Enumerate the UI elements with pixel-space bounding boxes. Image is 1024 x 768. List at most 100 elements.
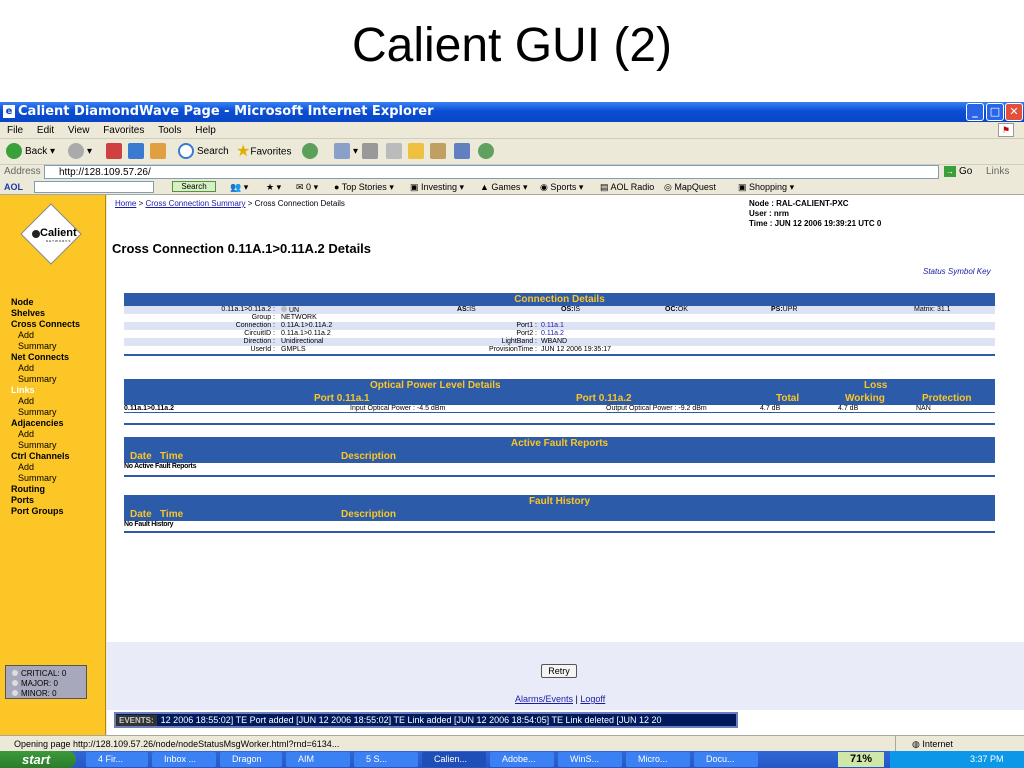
mail-button[interactable]: ▾ bbox=[334, 139, 358, 165]
optical-row-name: 0.11a.1>0.11a.2 bbox=[124, 405, 175, 412]
address-input[interactable]: http://128.109.57.26/ bbox=[44, 165, 939, 179]
menu-view[interactable]: View bbox=[68, 125, 90, 136]
favorites-button[interactable]: ★Favorites bbox=[236, 139, 291, 166]
alarms-events-link[interactable]: Alarms/Events bbox=[515, 694, 573, 704]
maximize-button[interactable]: □ bbox=[986, 103, 1004, 121]
nav-cc-add[interactable]: Add bbox=[18, 330, 34, 340]
refresh-button[interactable] bbox=[128, 139, 147, 165]
nav-links-summary[interactable]: Summary bbox=[18, 407, 57, 417]
research-button[interactable] bbox=[454, 139, 473, 165]
go-button[interactable]: → Go bbox=[944, 165, 972, 179]
back-button[interactable]: Back ▾ bbox=[6, 139, 55, 165]
node-info: Node : RAL-CALIENT-PXC User : nrm Time :… bbox=[749, 199, 881, 229]
task-dragon[interactable]: Dragon bbox=[220, 752, 282, 767]
nav-ctrl-channels[interactable]: Ctrl Channels bbox=[11, 451, 70, 461]
task-5s[interactable]: 5 S... bbox=[354, 752, 418, 767]
nav-links[interactable]: Links bbox=[11, 385, 35, 395]
home-icon bbox=[150, 143, 166, 160]
port2-link[interactable]: 0.11a.2 bbox=[541, 330, 564, 338]
aol-people-icon[interactable]: 👥 ▾ bbox=[230, 179, 248, 195]
nav-nc-summary[interactable]: Summary bbox=[18, 374, 57, 384]
aol-mail-button[interactable]: ✉ 0 ▾ bbox=[296, 179, 318, 195]
forward-arrow-icon bbox=[68, 143, 84, 160]
ps-label: PS: bbox=[771, 306, 783, 313]
as-label: AS: bbox=[457, 306, 470, 313]
task-calient[interactable]: Calien... bbox=[422, 752, 486, 767]
col-working: Working bbox=[845, 393, 885, 404]
logoff-link[interactable]: Logoff bbox=[580, 694, 605, 704]
menu-help[interactable]: Help bbox=[195, 125, 216, 136]
nav-adj-summary[interactable]: Summary bbox=[18, 440, 57, 450]
breadcrumb-summary[interactable]: Cross Connection Summary bbox=[145, 199, 245, 208]
status-bar: Opening page http://128.109.57.26/node/n… bbox=[0, 735, 1024, 752]
conn-oc: OC:OK bbox=[665, 306, 688, 314]
home-button[interactable] bbox=[150, 139, 169, 165]
zone-label: Internet bbox=[922, 739, 953, 749]
aol-search-button[interactable]: Search bbox=[172, 181, 216, 192]
af-col-date: Date bbox=[130, 451, 152, 462]
folder-button[interactable] bbox=[408, 139, 427, 165]
aol-investing[interactable]: ▣ Investing ▾ bbox=[410, 179, 464, 195]
fault-history-header: Fault History bbox=[124, 495, 995, 508]
minimize-button[interactable]: _ bbox=[966, 103, 984, 121]
protection-loss: NAN bbox=[916, 405, 931, 412]
provision-value: JUN 12 2006 19:35:17 bbox=[541, 346, 612, 353]
port1-link[interactable]: 0.11a.1 bbox=[541, 322, 564, 330]
messenger-button[interactable] bbox=[478, 139, 497, 165]
back-label: Back bbox=[25, 146, 48, 157]
aol-mapquest[interactable]: ◎ MapQuest bbox=[664, 179, 716, 195]
nav-cc-summary[interactable]: Summary bbox=[18, 341, 57, 351]
nav-routing[interactable]: Routing bbox=[11, 484, 45, 494]
start-button[interactable]: start bbox=[0, 751, 76, 768]
nav-ctrl-summary[interactable]: Summary bbox=[18, 473, 57, 483]
aol-radio[interactable]: ▤ AOL Radio bbox=[600, 179, 654, 195]
aol-sports[interactable]: ◉ Sports ▾ bbox=[540, 179, 583, 195]
retry-button[interactable]: Retry bbox=[541, 664, 577, 678]
close-button[interactable]: ✕ bbox=[1005, 103, 1023, 121]
task-aim[interactable]: AIM bbox=[286, 752, 350, 767]
search-button[interactable]: Search bbox=[178, 139, 229, 165]
task-winscp[interactable]: WinS... bbox=[558, 752, 622, 767]
menu-edit[interactable]: Edit bbox=[37, 125, 54, 136]
aol-alert-icon[interactable]: ★ ▾ bbox=[266, 179, 281, 195]
media-button[interactable] bbox=[430, 139, 449, 165]
status-symbol-key-link[interactable]: Status Symbol Key bbox=[923, 267, 991, 276]
forward-button[interactable]: ▾ bbox=[68, 139, 92, 165]
events-text: 12 2006 18:55:02] TE Port added [JUN 12 … bbox=[160, 715, 662, 725]
nav-node[interactable]: Node bbox=[11, 297, 34, 307]
print-button[interactable] bbox=[362, 139, 381, 165]
nav-adjacencies[interactable]: Adjacencies bbox=[11, 418, 64, 428]
nav-shelves[interactable]: Shelves bbox=[11, 308, 45, 318]
task-document[interactable]: Docu... bbox=[694, 752, 758, 767]
aol-top-stories[interactable]: ● Top Stories ▾ bbox=[334, 179, 394, 195]
task-firefox[interactable]: 4 Fir... bbox=[86, 752, 148, 767]
conn-row-userid: UserId : GMPLS ProvisionTime : JUN 12 20… bbox=[124, 346, 995, 354]
nav-nc-add[interactable]: Add bbox=[18, 363, 34, 373]
nav-port-groups[interactable]: Port Groups bbox=[11, 506, 64, 516]
nav-adj-add[interactable]: Add bbox=[18, 429, 34, 439]
footer-links: Alarms/Events | Logoff bbox=[515, 694, 605, 704]
legend-major: MAJOR: 0 bbox=[12, 679, 80, 689]
menu-file[interactable]: File bbox=[7, 125, 23, 136]
stop-button[interactable] bbox=[106, 139, 125, 165]
menu-tools[interactable]: Tools bbox=[158, 125, 181, 136]
total-loss: 4.7 dB bbox=[760, 405, 781, 412]
nav-ports[interactable]: Ports bbox=[11, 495, 34, 505]
edit-button[interactable] bbox=[386, 139, 405, 165]
aol-search-input[interactable] bbox=[34, 181, 154, 193]
active-faults-bottom-bar bbox=[124, 475, 995, 477]
task-microsoft[interactable]: Micro... bbox=[626, 752, 690, 767]
task-adobe[interactable]: Adobe... bbox=[490, 752, 554, 767]
nav-ctrl-add[interactable]: Add bbox=[18, 462, 34, 472]
aol-games[interactable]: ▲ Games ▾ bbox=[480, 179, 527, 195]
nav-cross-connects[interactable]: Cross Connects bbox=[11, 319, 80, 329]
nav-net-connects[interactable]: Net Connects bbox=[11, 352, 69, 362]
task-inbox[interactable]: Inbox ... bbox=[152, 752, 216, 767]
history-button[interactable] bbox=[302, 139, 321, 165]
aol-shopping[interactable]: ▣ Shopping ▾ bbox=[738, 179, 794, 195]
menu-favorites[interactable]: Favorites bbox=[103, 125, 144, 136]
links-button[interactable]: Links bbox=[986, 165, 1009, 179]
nav-links-add[interactable]: Add bbox=[18, 396, 34, 406]
breadcrumb-home[interactable]: Home bbox=[115, 199, 136, 208]
window-titlebar[interactable]: e Calient DiamondWave Page - Microsoft I… bbox=[0, 102, 1024, 122]
